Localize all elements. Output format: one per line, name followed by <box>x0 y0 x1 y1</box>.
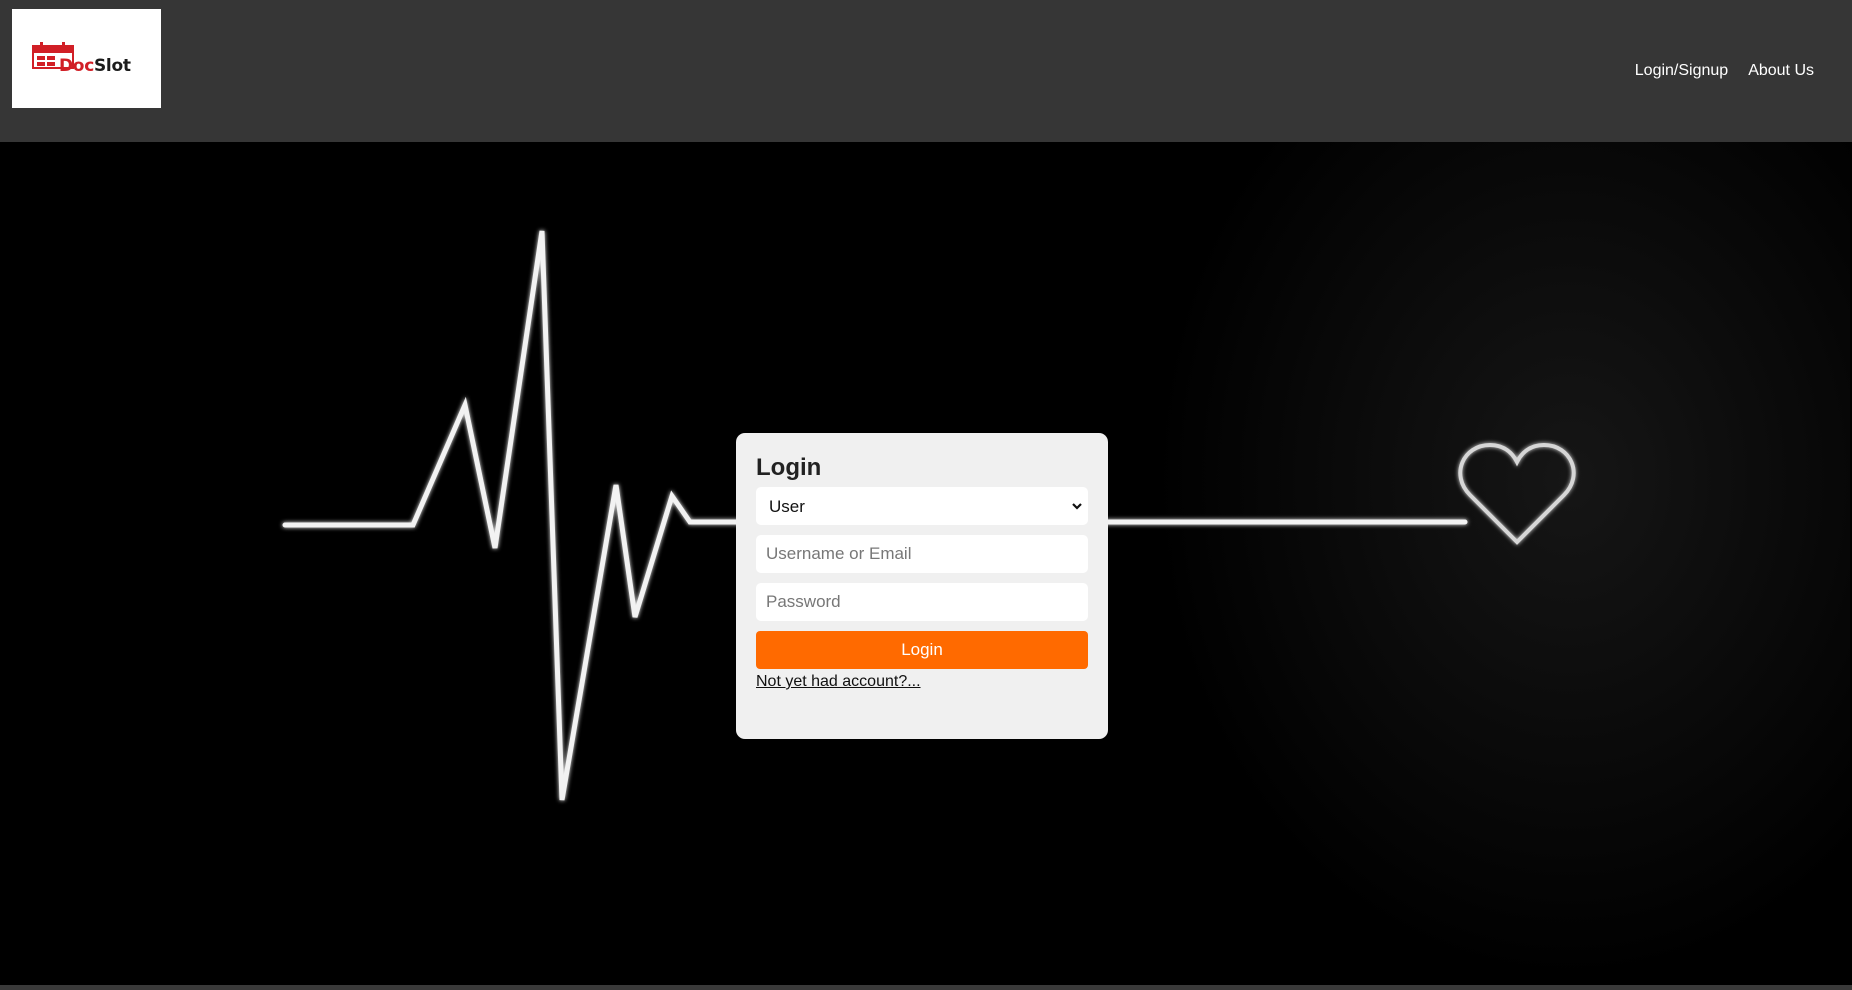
role-select-value: User <box>769 497 805 516</box>
heart-outline-icon <box>1458 442 1576 545</box>
login-title: Login <box>756 454 822 481</box>
brand-name-slot: Slot <box>93 56 131 76</box>
role-select[interactable]: User <box>756 487 1088 525</box>
username-email-input[interactable] <box>756 535 1088 573</box>
password-input[interactable] <box>756 583 1088 621</box>
login-card: Login User Login Not yet had account?... <box>736 433 1108 739</box>
nav-login-signup-link[interactable]: Login/Signup <box>1635 61 1728 81</box>
bottom-strip <box>0 985 1852 990</box>
nav-about-us-link[interactable]: About Us <box>1748 61 1814 81</box>
brand-name: DocSlot <box>59 58 131 75</box>
navbar: DocSlot Login/Signup About Us <box>0 0 1852 142</box>
login-button[interactable]: Login <box>756 631 1088 669</box>
chevron-down-icon <box>1072 503 1082 510</box>
nav-links: Login/Signup About Us <box>1635 61 1814 81</box>
brand-name-doc: Doc <box>59 56 94 76</box>
logo[interactable]: DocSlot <box>12 9 161 108</box>
signup-link[interactable]: Not yet had account?... <box>756 673 921 691</box>
